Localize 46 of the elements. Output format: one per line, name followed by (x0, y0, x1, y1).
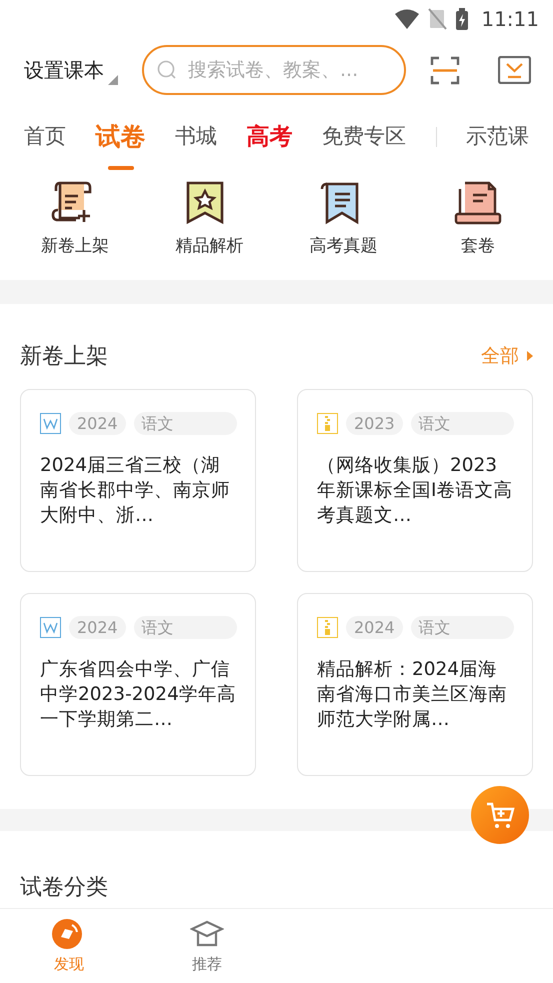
document-stack-icon (452, 180, 503, 226)
paper-title: 精品解析：2024届海南省海口市美兰区海南师范大学附属… (317, 658, 508, 732)
year-tag: 2024 (69, 412, 126, 434)
subject-tag: 语文 (410, 412, 514, 434)
status-time: 11:11 (481, 6, 539, 33)
shortcut-item[interactable]: 精品解析 (142, 180, 276, 260)
search-field[interactable]: 搜索试卷、教案、... (142, 45, 406, 95)
shortcut-item[interactable]: 套卷 (410, 180, 545, 260)
subject-tag: 语文 (134, 412, 237, 434)
paper-card[interactable]: 2024 语文 精品解析：2024届海南省海口市美兰区海南师范大学附属… (297, 592, 533, 776)
tab[interactable]: 示范课 (466, 121, 529, 167)
paper-card[interactable]: 2023 语文 （网络收集版）2023年新课标全国I卷语文高考真题文… (297, 388, 533, 572)
tab[interactable]: 免费专区 (322, 121, 406, 167)
word-file-icon (40, 616, 61, 638)
tab[interactable]: 高考 (246, 120, 292, 168)
scan-icon[interactable] (430, 56, 460, 84)
section-title: 试卷分类 (20, 874, 108, 900)
word-file-icon (40, 412, 61, 434)
paper-card[interactable]: 2024 语文 广东省四会中学、广信中学2023-2024学年高一下学期第二… (20, 592, 256, 776)
paper-title: 2024届三省三校（湖南省长郡中学、南京师大附中、浙… (40, 454, 231, 528)
year-tag: 2024 (69, 616, 126, 638)
nav-tab[interactable]: 推荐 (138, 909, 276, 983)
shortcut-item[interactable]: 高考真题 (276, 180, 411, 260)
year-tag: 2024 (346, 616, 403, 638)
paper-title: 广东省四会中学、广信中学2023-2024学年高一下学期第二… (40, 658, 237, 732)
shortcut-item[interactable]: 新卷上架 (8, 180, 142, 260)
zip-file-icon (317, 616, 338, 638)
paper-card[interactable]: 2024 语文 2024届三省三校（湖南省长郡中学、南京师大附中、浙… (20, 388, 256, 572)
message-icon[interactable] (498, 56, 531, 84)
cart-icon (485, 800, 515, 830)
subject-tag: 语文 (134, 616, 237, 638)
battery-icon (455, 8, 470, 30)
dropdown-icon (108, 75, 118, 85)
graduation-cap-icon (190, 919, 224, 949)
section-title: 新卷上架 (20, 342, 108, 370)
year-tag: 2023 (346, 412, 403, 434)
wifi-icon (394, 8, 420, 30)
zip-file-icon (317, 412, 338, 434)
caret-icon (527, 351, 533, 361)
paper-title: （网络收集版）2023年新课标全国I卷语文高考真题文… (317, 454, 514, 528)
textbook-selector[interactable]: 设置课本 (24, 55, 118, 85)
no-sim-icon (428, 8, 448, 30)
tab[interactable]: 首页 (24, 121, 66, 167)
subject-tag: 语文 (410, 616, 514, 638)
tab[interactable]: 书城 (175, 121, 217, 167)
search-icon (157, 60, 176, 79)
